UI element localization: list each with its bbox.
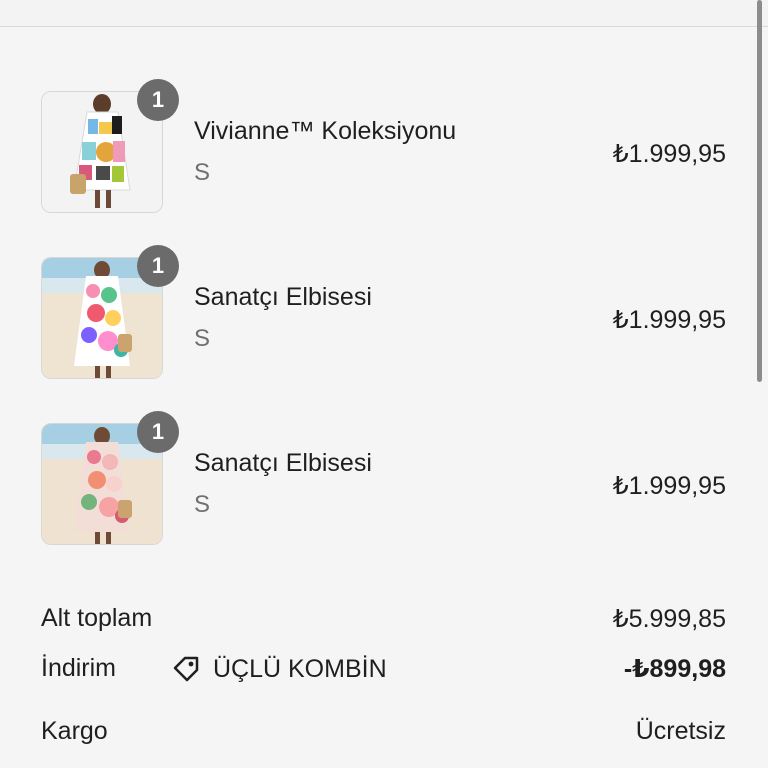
product-name: Vivianne™ Koleksiyonu [194, 117, 457, 145]
discount-label: İndirim [41, 654, 117, 682]
product-name: Sanatçı Elbisesi [194, 449, 372, 477]
shipping-label: Kargo [41, 717, 108, 745]
discount-row: İndirim ÜÇLÜ KOMBİN -₺899,98 [41, 654, 726, 688]
product-variant: S [194, 159, 211, 186]
quantity-badge: 1 [137, 245, 179, 287]
product-price: ₺1.999,95 [612, 472, 726, 500]
product-variant: S [194, 491, 211, 518]
header-band [0, 0, 768, 27]
discount-code: ÜÇLÜ KOMBİN [213, 654, 387, 683]
cart-item[interactable]: 1 Sanatçı Elbisesi S ₺1.999,95 [0, 245, 768, 383]
subtotal-value: ₺5.999,85 [612, 605, 726, 633]
product-name: Sanatçı Elbisesi [194, 283, 372, 311]
quantity-badge: 1 [137, 79, 179, 121]
discount-code-chip[interactable]: ÜÇLÜ KOMBİN [169, 652, 387, 686]
product-price: ₺1.999,95 [612, 306, 726, 334]
shipping-row: Kargo Ücretsiz [41, 717, 726, 751]
discount-value: -₺899,98 [623, 655, 726, 683]
subtotal-label: Alt toplam [41, 604, 153, 632]
product-variant: S [194, 325, 211, 352]
tag-icon [173, 656, 199, 682]
product-price: ₺1.999,95 [612, 140, 726, 168]
shipping-value: Ücretsiz [635, 717, 726, 745]
cart-item[interactable]: 1 Sanatçı Elbisesi S ₺1.999,95 [0, 411, 768, 549]
subtotal-row: Alt toplam ₺5.999,85 [41, 604, 726, 638]
quantity-badge: 1 [137, 411, 179, 453]
cart-item[interactable]: 1 Vivianne™ Koleksiyonu S ₺1.999,95 [0, 79, 768, 217]
